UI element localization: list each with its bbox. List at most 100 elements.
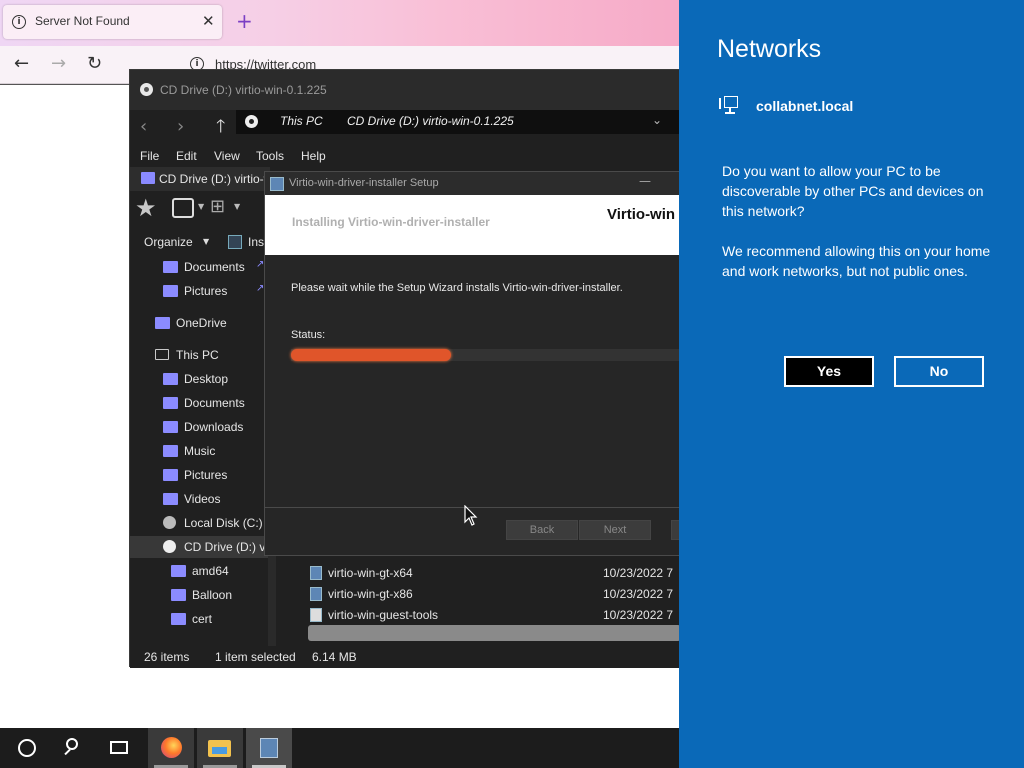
- setup-status-label: Status:: [291, 329, 326, 341]
- nav-item-amd64[interactable]: amd64: [130, 560, 268, 582]
- explorer-menubar: File Edit View Tools Help: [130, 148, 679, 166]
- menu-view[interactable]: View: [214, 149, 240, 163]
- tab-title: Server Not Found: [35, 14, 130, 28]
- forward-arrow-icon[interactable]: ›: [177, 116, 184, 137]
- setup-heading: Installing Virtio-win-driver-installer: [292, 215, 490, 229]
- task-view-button[interactable]: [97, 728, 141, 768]
- file-row[interactable]: virtio-win-guest-tools 10/23/2022 7: [290, 605, 681, 626]
- explorer-address-bar: ‹ › 🡑 This PC CD Drive (D:) virtio-win-0…: [130, 110, 681, 144]
- nav-item-label: Pictures: [184, 284, 228, 298]
- file-date: 10/23/2022 7: [603, 566, 674, 580]
- folder-icon: [163, 421, 178, 433]
- windows-icon[interactable]: ⊞: [210, 196, 225, 217]
- explorer-tab-label: CD Drive (D:) virtio-wi: [159, 172, 275, 186]
- nav-item-pictures[interactable]: Pictures ↗: [130, 280, 268, 302]
- folder-icon: [163, 397, 178, 409]
- history-icon[interactable]: [172, 198, 194, 218]
- folder-icon: [163, 469, 178, 481]
- file-row[interactable]: virtio-win-gt-x64 10/23/2022 7: [290, 563, 681, 584]
- menu-help[interactable]: Help: [301, 149, 326, 163]
- nav-item-label: Music: [184, 444, 216, 458]
- next-button[interactable]: Next: [579, 520, 651, 540]
- explorer-tab[interactable]: CD Drive (D:) virtio-wi: [130, 167, 275, 191]
- setup-header: Installing Virtio-win-driver-installer V…: [265, 195, 679, 255]
- organize-button[interactable]: Organize: [144, 235, 193, 249]
- setup-dialog: Virtio-win-driver-installer Setup — Inst…: [264, 171, 681, 556]
- nav-item-onedrive[interactable]: OneDrive: [130, 312, 268, 334]
- file-row[interactable]: virtio-win-gt-x86 10/23/2022 7: [290, 584, 681, 605]
- nav-item-music[interactable]: Music: [130, 440, 268, 462]
- folder-icon: [163, 493, 178, 505]
- file-date: 10/23/2022 7: [603, 587, 674, 601]
- folder-icon: [171, 589, 186, 601]
- folder-icon: [171, 613, 186, 625]
- breadcrumb-this-pc[interactable]: This PC: [280, 114, 323, 128]
- chevron-down-icon[interactable]: ▼: [234, 202, 240, 211]
- nav-item-label: Local Disk (C:): [184, 516, 263, 530]
- nav-item-label: CD Drive (D:) vi: [184, 540, 268, 554]
- start-button[interactable]: [4, 728, 48, 768]
- nav-item-cd-drive[interactable]: CD Drive (D:) vi: [130, 536, 268, 558]
- address-field[interactable]: This PC CD Drive (D:) virtio-win-0.1.225…: [236, 110, 681, 134]
- nav-item-cert[interactable]: cert: [130, 608, 268, 630]
- folder-icon: [163, 445, 178, 457]
- minimize-button[interactable]: —: [639, 174, 651, 188]
- nav-item-local-disk[interactable]: Local Disk (C:): [130, 512, 268, 534]
- menu-file[interactable]: File: [140, 149, 159, 163]
- horizontal-scrollbar[interactable]: [308, 625, 681, 641]
- nav-item-downloads[interactable]: Downloads: [130, 416, 268, 438]
- nav-item-label: OneDrive: [176, 316, 227, 330]
- menu-edit[interactable]: Edit: [176, 149, 197, 163]
- chevron-down-icon[interactable]: ⌄: [652, 113, 662, 127]
- favorites-star-icon[interactable]: ★: [135, 194, 157, 222]
- taskbar-setup[interactable]: [246, 728, 292, 768]
- search-button[interactable]: [50, 728, 94, 768]
- network-name: collabnet.local: [756, 98, 854, 114]
- chevron-down-icon[interactable]: ▼: [198, 202, 204, 211]
- new-tab-button[interactable]: +: [236, 9, 253, 33]
- nav-item-label: Desktop: [184, 372, 229, 386]
- folder-icon: [171, 565, 186, 577]
- nav-item-documents[interactable]: Documents ↗: [130, 256, 268, 278]
- start-icon: [18, 739, 36, 757]
- chevron-down-icon[interactable]: ▼: [203, 237, 209, 246]
- taskbar-firefox[interactable]: [148, 728, 194, 768]
- nav-item-pictures[interactable]: Pictures: [130, 464, 268, 486]
- setup-icon: [260, 738, 278, 758]
- search-icon-handle: [64, 748, 71, 756]
- nav-item-label: Documents: [184, 260, 245, 274]
- browser-tab[interactable]: i Server Not Found ✕: [3, 5, 222, 39]
- organize-bar: Organize ▼ Ins: [130, 227, 270, 255]
- search-icon: [66, 738, 78, 750]
- back-button[interactable]: ←: [14, 54, 29, 74]
- discoverable-question: Do you want to allow your PC to be disco…: [722, 163, 984, 219]
- back-arrow-icon[interactable]: ‹: [140, 116, 147, 137]
- nav-item-videos[interactable]: Videos: [130, 488, 268, 510]
- ethernet-icon: [719, 95, 739, 115]
- explorer-toolbar: ★ ▼ ⊞ ▼: [130, 192, 270, 226]
- forward-button[interactable]: →: [51, 54, 66, 74]
- yes-button[interactable]: Yes: [784, 356, 874, 387]
- menu-tools[interactable]: Tools: [256, 149, 284, 163]
- nav-item-balloon[interactable]: Balloon: [130, 584, 268, 606]
- nav-item-desktop[interactable]: Desktop: [130, 368, 268, 390]
- no-button[interactable]: No: [894, 356, 984, 387]
- task-view-icon: [110, 741, 128, 754]
- status-size: 6.14 MB: [312, 650, 357, 664]
- exe-file-icon: [310, 608, 322, 622]
- status-selected: 1 item selected: [215, 650, 296, 664]
- back-button[interactable]: Back: [506, 520, 578, 540]
- taskbar-file-explorer[interactable]: [197, 728, 243, 768]
- computer-icon: [155, 349, 169, 360]
- nav-item-this-pc[interactable]: This PC: [130, 344, 268, 366]
- tab-close-icon[interactable]: ✕: [202, 12, 215, 30]
- nav-item-label: Downloads: [184, 420, 244, 434]
- up-arrow-icon[interactable]: 🡑: [216, 114, 225, 144]
- disk-icon: [163, 516, 176, 529]
- breadcrumb-cd-drive[interactable]: CD Drive (D:) virtio-win-0.1.225: [347, 114, 514, 128]
- file-explorer-icon: [208, 740, 231, 757]
- msi-file-icon: [310, 566, 322, 580]
- install-button[interactable]: Ins: [248, 235, 264, 249]
- nav-item-documents[interactable]: Documents: [130, 392, 268, 414]
- reload-button[interactable]: ↻: [87, 54, 102, 74]
